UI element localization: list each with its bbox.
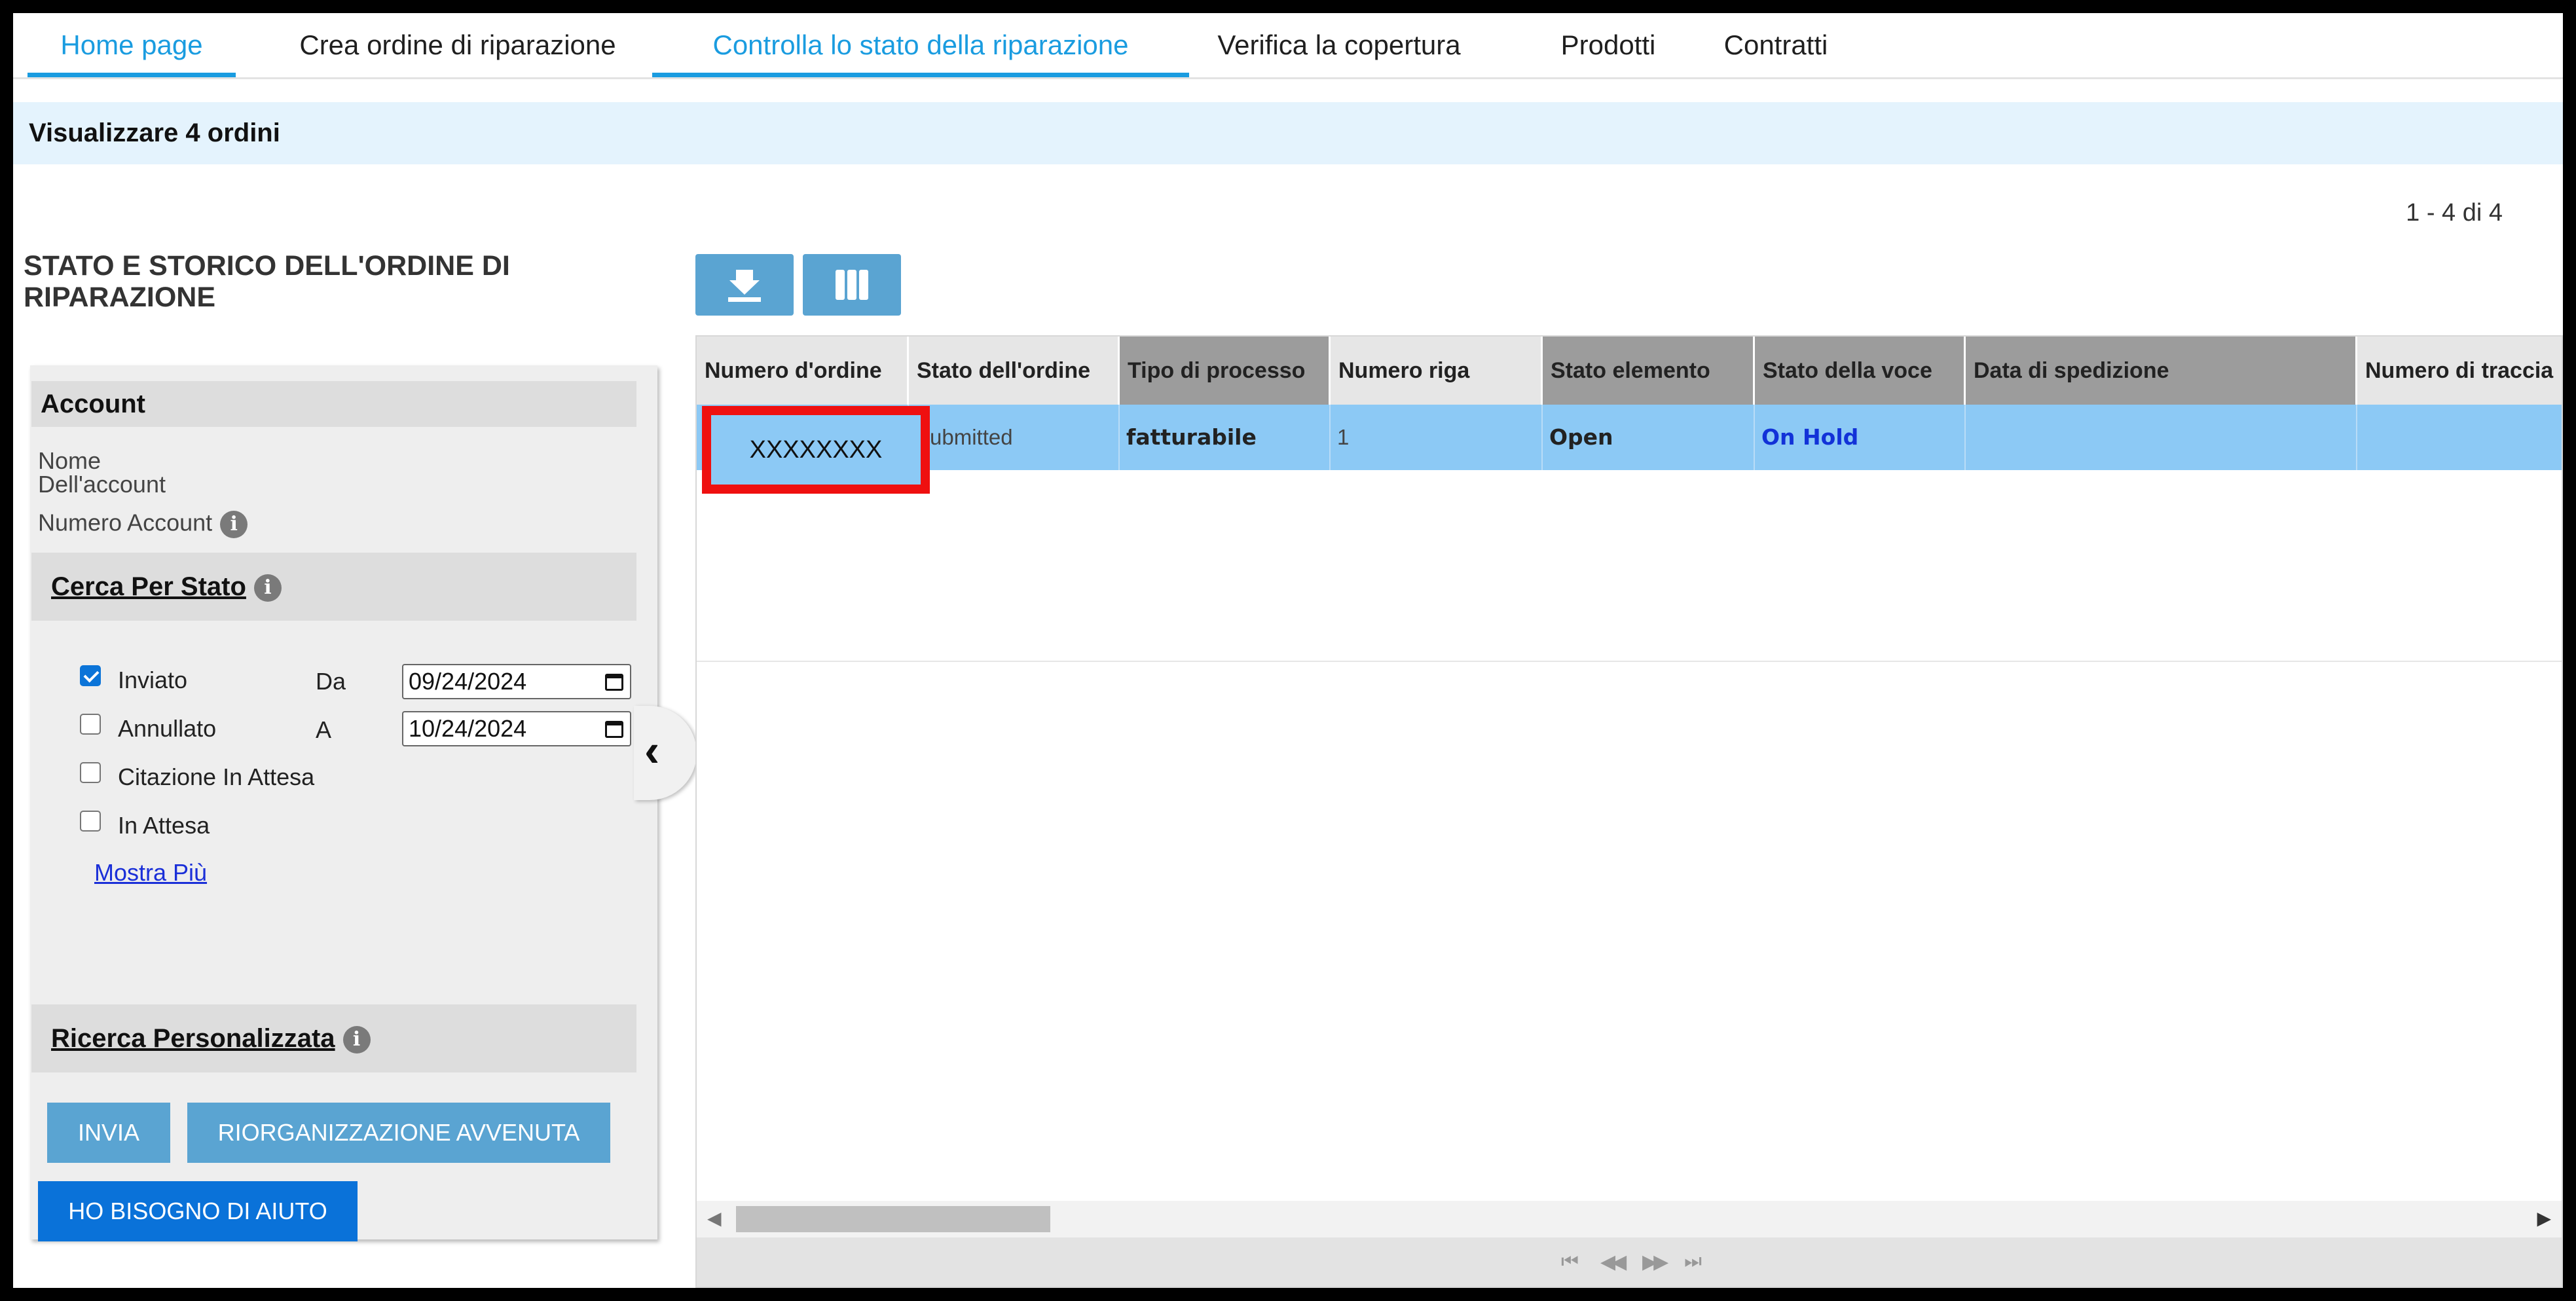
horizontal-scrollbar[interactable]: ◀ ▶: [697, 1201, 2562, 1237]
filter-panel: Account Nome Dell'account Numero Account…: [30, 365, 657, 1241]
cell-tracking-number: [2357, 405, 2562, 470]
cell-ship-date: [1966, 405, 2357, 470]
column-header-item-status[interactable]: Stato elemento: [1543, 337, 1755, 405]
checkbox-in-attesa[interactable]: [80, 811, 101, 832]
columns-button[interactable]: [803, 254, 901, 316]
calendar-icon[interactable]: [605, 674, 623, 691]
status-search-header: Cerca Per Stato i: [31, 553, 636, 621]
to-date-input[interactable]: 10/24/2024: [402, 711, 631, 746]
collapse-panel-button[interactable]: ‹: [634, 706, 697, 800]
cell-line-number: 1: [1331, 405, 1543, 470]
column-header-ship-date[interactable]: Data di spedizione: [1966, 337, 2357, 405]
tab-home-page[interactable]: Home page: [28, 13, 236, 77]
checkbox-citazione-label: Citazione In Attesa: [118, 763, 315, 790]
scrollbar-thumb[interactable]: [736, 1206, 1050, 1232]
first-page-icon[interactable]: ⏮: [1561, 1251, 1579, 1273]
info-icon[interactable]: i: [220, 511, 248, 538]
column-header-line-number[interactable]: Numero riga: [1331, 337, 1543, 405]
previous-page-icon[interactable]: ◀◀: [1600, 1251, 1627, 1274]
scroll-left-icon[interactable]: ◀: [707, 1207, 722, 1229]
submit-button[interactable]: INVIA: [47, 1103, 170, 1163]
info-icon[interactable]: i: [342, 1026, 371, 1054]
column-header-process-type[interactable]: Tipo di processo: [1120, 337, 1331, 405]
orders-grid: Numero d'ordine Stato dell'ordine Tipo d…: [695, 335, 2563, 1288]
from-date-value: 09/24/2024: [409, 668, 527, 695]
pagination-range: 1 - 4 di 4: [2406, 199, 2503, 227]
cell-line-status: On Hold: [1755, 405, 1966, 470]
grid-header: Numero d'ordine Stato dell'ordine Tipo d…: [697, 337, 2562, 405]
help-button[interactable]: HO BISOGNO DI AIUTO: [38, 1181, 358, 1241]
last-page-icon[interactable]: ⏭: [1684, 1251, 1702, 1273]
tab-contracts[interactable]: Contratti: [1697, 13, 1854, 77]
show-more-link[interactable]: Mostra Più: [94, 859, 207, 887]
checkbox-citazione-in-attesa[interactable]: [80, 762, 101, 783]
grid-divider: [697, 661, 2562, 662]
calendar-icon[interactable]: [605, 721, 623, 738]
checkbox-inviato[interactable]: [80, 665, 101, 686]
next-page-icon[interactable]: ▶▶: [1642, 1251, 1668, 1274]
account-name-label: Nome Dell'account: [38, 447, 166, 498]
column-header-order-number[interactable]: Numero d'ordine: [697, 337, 909, 405]
to-date-value: 10/24/2024: [409, 715, 527, 742]
download-icon: [728, 270, 761, 302]
page-title: STATO E STORICO DELL'ORDINE DI RIPARAZIO…: [24, 250, 510, 313]
cell-item-status: Open: [1543, 405, 1755, 470]
columns-icon: [836, 270, 868, 300]
download-button[interactable]: [695, 254, 794, 316]
column-header-line-status[interactable]: Stato della voce: [1755, 337, 1966, 405]
order-number-highlight[interactable]: XXXXXXXX: [702, 406, 930, 494]
account-number-text: Numero Account: [38, 509, 213, 536]
orders-count-banner: Visualizzare 4 ordini: [13, 102, 2563, 164]
tab-verify-coverage[interactable]: Verifica la copertura: [1205, 13, 1473, 77]
banner-text: Visualizzare 4 ordini: [29, 119, 280, 147]
scroll-right-icon[interactable]: ▶: [2537, 1207, 2551, 1229]
from-date-label: Da: [316, 668, 346, 695]
chevron-left-icon: ‹: [644, 725, 660, 776]
grid-pager: ⏮ ◀◀ ▶▶ ⏭: [697, 1237, 2562, 1287]
cell-process-type: fatturabile: [1120, 405, 1331, 470]
top-nav: Home page Crea ordine di riparazione Con…: [13, 13, 2563, 79]
table-row[interactable]: Submitted fatturabile 1 Open On Hold: [697, 405, 2562, 470]
column-header-order-status[interactable]: Stato dell'ordine: [909, 337, 1120, 405]
reset-button[interactable]: RIORGANIZZAZIONE AVVENUTA: [187, 1103, 610, 1163]
checkbox-annullato[interactable]: [80, 714, 101, 735]
checkbox-annullato-label: Annullato: [118, 715, 217, 742]
to-date-label: A: [316, 716, 332, 743]
account-number-label: Numero Account i: [38, 511, 248, 538]
custom-search-label[interactable]: Ricerca Personalizzata: [51, 1024, 335, 1053]
custom-search-header: Ricerca Personalizzata i: [31, 1004, 636, 1072]
tab-products[interactable]: Prodotti: [1531, 13, 1685, 77]
column-header-tracking-number[interactable]: Numero di traccia: [2357, 337, 2562, 405]
cell-order-status: Submitted: [909, 405, 1120, 470]
app-window: Home page Crea ordine di riparazione Con…: [13, 13, 2563, 1288]
tab-create-repair-order[interactable]: Crea ordine di riparazione: [255, 13, 660, 77]
account-header: Account: [31, 381, 636, 427]
status-search-label[interactable]: Cerca Per Stato: [51, 572, 246, 601]
tab-check-repair-status[interactable]: Controlla lo stato della riparazione: [652, 13, 1189, 77]
checkbox-inviato-label: Inviato: [118, 667, 188, 693]
checkbox-in-attesa-label: In Attesa: [118, 812, 210, 839]
info-icon[interactable]: i: [253, 574, 282, 602]
from-date-input[interactable]: 09/24/2024: [402, 664, 631, 699]
